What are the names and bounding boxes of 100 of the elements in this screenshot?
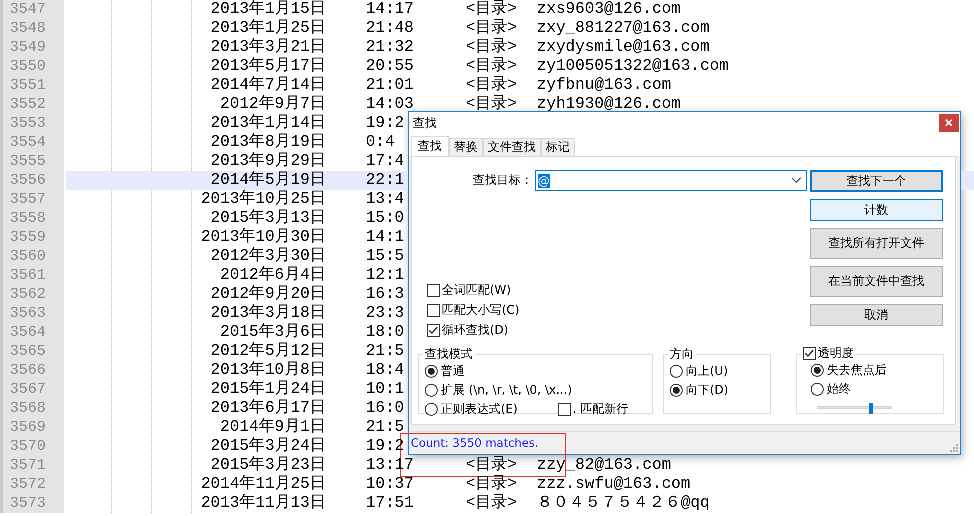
directory-tag: <目录> bbox=[466, 456, 537, 475]
line-number: 3551 bbox=[3, 76, 64, 95]
email-text: zy1005051322@163.com bbox=[537, 57, 730, 76]
time-text: 18:4 bbox=[366, 361, 404, 379]
time-text: 17:4 bbox=[366, 152, 404, 170]
date-text: 2012年5月12日 bbox=[210, 342, 326, 361]
date-text: 2013年8月19日 bbox=[210, 133, 326, 152]
checkbox[interactable]: 匹配大小写(C) bbox=[427, 303, 810, 318]
directory-tag: <目录> bbox=[466, 38, 537, 57]
radio-button[interactable]: 向上(U) bbox=[670, 363, 728, 379]
email-text: zxs9603@126.com bbox=[537, 0, 682, 19]
line-number: 3562 bbox=[3, 285, 64, 304]
time-text: 15:5 bbox=[366, 247, 404, 265]
checkmark-icon bbox=[428, 325, 439, 336]
checkbox[interactable]: 透明度 bbox=[803, 346, 854, 361]
line-number: 3565 bbox=[3, 342, 64, 361]
radio-button[interactable]: 正则表达式(E) bbox=[425, 401, 518, 417]
radio-button[interactable]: 向下(D) bbox=[670, 382, 729, 398]
date-text: 2014年7月14日 bbox=[210, 76, 326, 95]
time-text: 12:1 bbox=[366, 266, 404, 284]
date-text: 2015年3月23日 bbox=[210, 456, 326, 475]
dialog-button[interactable]: 在当前文件中查找 bbox=[810, 266, 943, 297]
line-number: 3548 bbox=[3, 19, 64, 38]
date-text: 2014年9月1日 bbox=[219, 418, 326, 437]
time-text: 22:1 bbox=[366, 171, 404, 189]
time-text: 16:0 bbox=[366, 399, 404, 417]
line-number: 3563 bbox=[3, 304, 64, 323]
line-number: 3547 bbox=[3, 0, 64, 19]
date-text: 2013年6月17日 bbox=[210, 399, 326, 418]
date-text: 2013年1月15日 bbox=[210, 0, 326, 19]
radio-button[interactable]: 始终 bbox=[811, 381, 851, 397]
date-text: 2013年11月13日 bbox=[200, 494, 326, 513]
status-text: Count: 3550 matches. bbox=[411, 436, 539, 450]
line-number: 3570 bbox=[3, 437, 64, 456]
dialog-button[interactable]: 查找下一个 bbox=[810, 170, 943, 192]
radio-button[interactable]: 普通 bbox=[425, 363, 465, 379]
field-label: 查找目标： bbox=[472, 172, 533, 189]
line-number: 3564 bbox=[3, 323, 64, 342]
time-text: 17:51 bbox=[366, 494, 414, 512]
date-text: 2013年10月8日 bbox=[210, 361, 326, 380]
date-text: 2014年5月19日 bbox=[210, 171, 326, 190]
time-text: 18:0 bbox=[366, 323, 404, 341]
time-text: 21:01 bbox=[366, 76, 414, 94]
line-number: 3550 bbox=[3, 57, 64, 76]
date-text: 2015年1月24日 bbox=[210, 380, 326, 399]
checkbox[interactable]: 循环查找(D) bbox=[427, 323, 810, 338]
time-text: 19:2 bbox=[366, 114, 404, 132]
email-text: zxydysmile@163.com bbox=[537, 38, 710, 57]
date-text: 2013年5月17日 bbox=[210, 57, 326, 76]
directory-tag: <目录> bbox=[466, 57, 537, 76]
dialog-button[interactable]: 取消 bbox=[810, 304, 943, 326]
checkbox[interactable]: 全词匹配(W) bbox=[427, 283, 810, 298]
date-text: 2013年10月25日 bbox=[200, 190, 326, 209]
radio-button[interactable]: 扩展 (\n, \r, \t, \0, \x...) bbox=[425, 382, 572, 398]
tab[interactable]: 查找 bbox=[411, 136, 449, 156]
line-number: 3571 bbox=[3, 456, 64, 475]
directory-tag: <目录> bbox=[466, 19, 537, 38]
line-number: 3554 bbox=[3, 133, 64, 152]
line-number: 3573 bbox=[3, 494, 64, 513]
time-text: 14:03 bbox=[366, 95, 414, 113]
line-number: 3555 bbox=[3, 152, 64, 171]
group-title: 查找模式 bbox=[424, 346, 474, 363]
dialog-button[interactable]: 计数 bbox=[810, 199, 943, 221]
line-number: 3549 bbox=[3, 38, 64, 57]
time-text: 21:5 bbox=[366, 342, 404, 360]
line-number: 3567 bbox=[3, 380, 64, 399]
tab[interactable]: 替换 bbox=[449, 138, 483, 156]
line-number: 3558 bbox=[3, 209, 64, 228]
email-text: ８０４５７５４２６@qq bbox=[537, 494, 710, 513]
dropdown-icon bbox=[791, 177, 802, 184]
email-text: zyfbnu@163.com bbox=[537, 76, 672, 95]
radio-button[interactable]: 失去焦点后 bbox=[811, 362, 887, 378]
date-text: 2013年9月29日 bbox=[210, 152, 326, 171]
checkbox[interactable]: . 匹配新行 bbox=[558, 402, 629, 416]
directory-tag: <目录> bbox=[466, 76, 537, 95]
close-button[interactable] bbox=[939, 114, 959, 132]
dialog-button[interactable]: 查找所有打开文件 bbox=[810, 228, 943, 259]
email-text: zyh1930@126.com bbox=[537, 95, 682, 114]
time-text: 0:4 bbox=[366, 133, 395, 151]
date-text: 2015年3月13日 bbox=[210, 209, 326, 228]
window-title: 查找 bbox=[412, 114, 437, 132]
slider-thumb[interactable] bbox=[868, 403, 873, 414]
directory-tag: <目录> bbox=[466, 475, 537, 494]
tab[interactable]: 标记 bbox=[541, 138, 575, 156]
date-text: 2012年9月20日 bbox=[210, 285, 326, 304]
date-text: 2012年6月4日 bbox=[219, 266, 326, 285]
directory-tag: <目录> bbox=[466, 95, 537, 114]
time-text: 10:1 bbox=[366, 380, 404, 398]
line-number: 3557 bbox=[3, 190, 64, 209]
time-text: 21:32 bbox=[366, 38, 414, 56]
line-number: 3552 bbox=[3, 95, 64, 114]
tab[interactable]: 文件查找 bbox=[483, 138, 541, 156]
time-text: 14:1 bbox=[366, 228, 404, 246]
directory-tag: <目录> bbox=[466, 494, 537, 513]
line-number: 3568 bbox=[3, 399, 64, 418]
line-number: 3566 bbox=[3, 361, 64, 380]
close-icon bbox=[945, 119, 953, 127]
date-text: 2015年3月6日 bbox=[219, 323, 326, 342]
date-text: 2013年1月25日 bbox=[210, 19, 326, 38]
date-text: 2014年11月25日 bbox=[200, 475, 326, 494]
